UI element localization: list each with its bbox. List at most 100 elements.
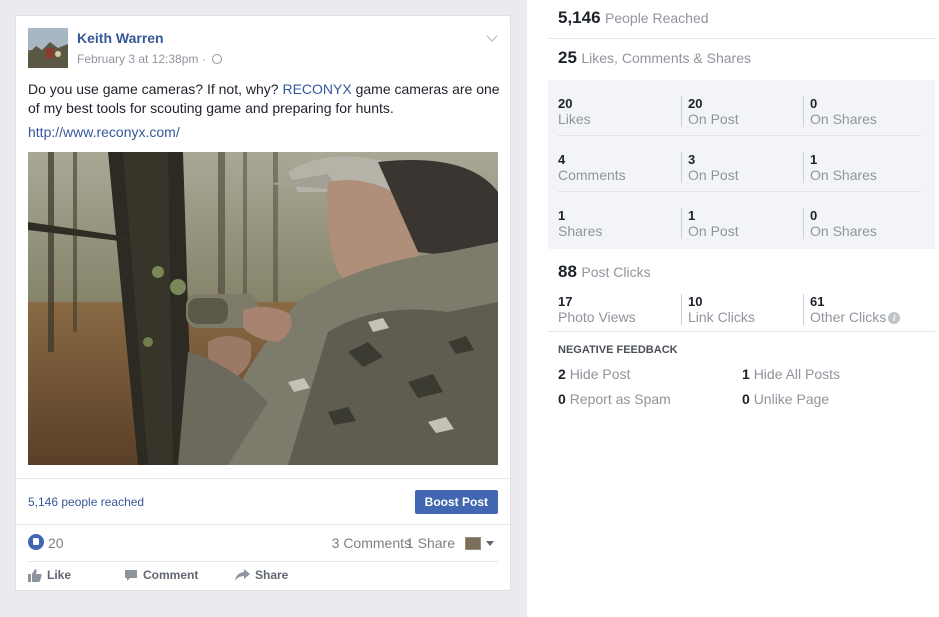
info-icon[interactable]: i	[888, 312, 901, 324]
author-name[interactable]: Keith Warren	[77, 30, 164, 46]
post-meta: February 3 at 12:38pm ·	[77, 52, 223, 66]
meta-separator: ·	[201, 52, 206, 66]
stat-number: 10	[688, 294, 703, 309]
people-reached-value: 5,146	[558, 8, 601, 27]
like-count[interactable]: 20	[48, 535, 64, 551]
stat-number: 4	[558, 152, 566, 167]
stat-label: Photo Views	[558, 309, 636, 325]
stat-label: Link Clicks	[688, 309, 755, 325]
like-reaction-icon[interactable]	[28, 534, 44, 550]
stat-label: Other Clicks i	[810, 309, 918, 325]
stat-cell: 20 Likes	[558, 96, 673, 127]
engagement-label: Likes, Comments & Shares	[581, 50, 751, 66]
people-reached-link[interactable]: 5,146 people reached	[28, 495, 144, 509]
stat-label: Unlike Page	[753, 391, 830, 407]
caret-down-icon[interactable]	[486, 541, 494, 546]
reactions-summary: 20 3 Comments 1 Share	[28, 532, 498, 562]
post-header: Keith Warren February 3 at 12:38pm ·	[28, 28, 498, 68]
reach-bar: 5,146 people reached Boost Post	[16, 478, 510, 525]
stat-number: 0	[810, 208, 818, 223]
stat-cell: 4 Comments	[558, 152, 673, 183]
post-actions: Like Comment Share	[28, 568, 498, 588]
hide-post-stat: 2 Hide Post	[558, 366, 630, 382]
comment-button-label: Comment	[143, 568, 199, 582]
post-url-link[interactable]: http://www.reconyx.com/	[28, 124, 180, 140]
stat-number: 20	[688, 96, 703, 111]
post-photo[interactable]	[28, 152, 498, 465]
stat-number: 1	[742, 366, 750, 382]
like-button[interactable]: Like	[28, 568, 71, 582]
stat-cell: 1 Shares	[558, 208, 673, 239]
comments-row: 4 Comments 3 On Post 1 On Shares	[558, 136, 921, 192]
post-clicks-label: Post Clicks	[581, 264, 651, 280]
stat-cell: 10 Link Clicks	[681, 294, 796, 325]
stat-label: On Post	[688, 167, 739, 183]
stat-number: 20	[558, 96, 573, 111]
stat-cell: 20 On Post	[681, 96, 796, 127]
stat-number: 1	[688, 208, 696, 223]
post-card: Keith Warren February 3 at 12:38pm · Do …	[15, 15, 511, 591]
comment-icon	[125, 569, 137, 581]
post-timestamp[interactable]: February 3 at 12:38pm	[77, 52, 198, 66]
shares-count-link[interactable]: 1 Share	[406, 535, 455, 551]
stat-number: 0	[742, 391, 750, 407]
actor-selector-avatar[interactable]	[465, 537, 481, 550]
stat-cell: 3 On Post	[681, 152, 796, 183]
stat-label: On Shares	[810, 111, 877, 127]
share-button-label: Share	[255, 568, 289, 582]
comment-button[interactable]: Comment	[124, 568, 198, 582]
stat-number: 1	[558, 208, 566, 223]
stat-number: 3	[688, 152, 696, 167]
share-icon	[235, 568, 250, 581]
clicks-breakdown: 17 Photo Views 10 Link Clicks 61 Other Clic…	[558, 294, 921, 326]
stat-number: 0	[558, 391, 566, 407]
other-clicks-label: Other Clicks	[810, 309, 887, 325]
post-text-before: Do you use game cameras? If not, why?	[28, 81, 283, 97]
negative-feedback-title: NEGATIVE FEEDBACK	[558, 344, 678, 356]
comments-count-link[interactable]: 3 Comments	[332, 535, 411, 551]
engagement-breakdown: 20 Likes 20 On Post 0 On Shares 4 Comments 3…	[548, 80, 935, 249]
stat-label: Likes	[558, 111, 591, 127]
shares-row: 1 Shares 1 On Post 0 On Shares	[558, 192, 921, 248]
share-button[interactable]: Share	[235, 568, 288, 582]
stat-cell: 61 Other Clicks i	[803, 294, 918, 325]
stat-label: On Shares	[810, 223, 877, 239]
stat-number: 2	[558, 366, 566, 382]
stat-label: Shares	[558, 223, 603, 239]
engagement-value: 25	[558, 48, 577, 67]
globe-icon[interactable]	[212, 54, 223, 64]
unlike-page-stat: 0 Unlike Page	[742, 391, 829, 407]
post-clicks-value: 88	[558, 262, 577, 281]
chevron-down-icon[interactable]	[486, 30, 498, 42]
stat-number: 17	[558, 294, 573, 309]
stat-number: 61	[810, 294, 825, 309]
boost-post-button[interactable]: Boost Post	[414, 490, 498, 514]
post-clicks-stat: 88 Post Clicks 17 Photo Views 10 Link Clic…	[548, 258, 935, 332]
stat-label: Report as Spam	[569, 391, 671, 407]
people-reached-label: People Reached	[605, 10, 709, 26]
stat-label: On Post	[688, 111, 739, 127]
page-mention-link[interactable]: RECONYX	[282, 81, 351, 97]
hide-all-posts-stat: 1 Hide All Posts	[742, 366, 840, 382]
stat-label: Hide Post	[569, 366, 631, 382]
engagement-stat: 25 Likes, Comments & Shares	[548, 48, 935, 80]
stat-cell: 0 On Shares	[803, 208, 918, 239]
stat-cell: 17 Photo Views	[558, 294, 673, 325]
stat-cell: 0 On Shares	[803, 96, 918, 127]
stat-number: 0	[810, 96, 818, 111]
stat-number: 1	[810, 152, 818, 167]
stat-label: Comments	[558, 167, 626, 183]
stat-label: On Post	[688, 223, 739, 239]
post-column: Keith Warren February 3 at 12:38pm · Do …	[0, 0, 527, 617]
people-reached-stat: 5,146 People Reached	[548, 8, 935, 39]
stat-cell: 1 On Shares	[803, 152, 918, 183]
like-button-label: Like	[47, 568, 72, 582]
thumbs-up-icon	[28, 568, 42, 582]
stat-label: Hide All Posts	[753, 366, 841, 382]
report-spam-stat: 0 Report as Spam	[558, 391, 671, 407]
author-avatar[interactable]	[28, 28, 68, 68]
stat-cell: 1 On Post	[681, 208, 796, 239]
post-message: Do you use game cameras? If not, why? RE…	[28, 80, 502, 118]
likes-row: 20 Likes 20 On Post 0 On Shares	[558, 80, 921, 136]
stat-label: On Shares	[810, 167, 877, 183]
